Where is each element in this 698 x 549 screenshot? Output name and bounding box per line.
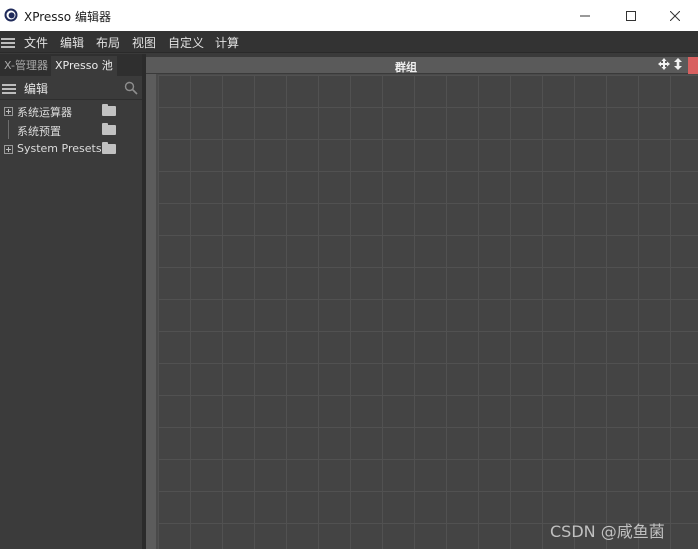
expand-icon[interactable] — [4, 107, 13, 116]
tree-item[interactable]: 系统预置 — [0, 122, 142, 140]
maximize-icon — [626, 10, 636, 21]
hamburger-icon[interactable] — [1, 38, 15, 48]
folder-icon — [102, 123, 116, 135]
left-panel: X-管理器 XPresso 池 编辑 系统运算器 系统预置 System Pre… — [0, 54, 142, 549]
menu-calculate[interactable]: 计算 — [215, 34, 239, 51]
tree-item[interactable]: 系统运算器 — [0, 103, 142, 121]
window-title: XPresso 编辑器 — [24, 10, 111, 24]
input-port-column[interactable] — [146, 57, 156, 549]
cinema4d-logo-icon — [4, 8, 18, 22]
minimize-button[interactable] — [562, 0, 608, 31]
title-bar: XPresso 编辑器 — [0, 0, 698, 31]
search-icon[interactable] — [124, 81, 138, 95]
minimize-icon — [580, 15, 590, 16]
resize-icon[interactable] — [673, 58, 683, 70]
menu-view[interactable]: 视图 — [132, 34, 156, 51]
menu-layout[interactable]: 布局 — [96, 34, 120, 51]
node-canvas[interactable] — [158, 75, 698, 549]
folder-icon — [102, 104, 116, 116]
tab-x-manager[interactable]: X-管理器 — [0, 56, 52, 76]
group-node-header[interactable]: 群组 — [146, 57, 698, 74]
hamburger-icon[interactable] — [2, 84, 16, 94]
xpresso-editor: 群组 — [146, 57, 698, 549]
close-button[interactable] — [652, 0, 698, 31]
panel-tabs: X-管理器 XPresso 池 — [0, 54, 142, 76]
pool-edit-menu[interactable]: 编辑 — [24, 80, 48, 97]
close-icon — [670, 10, 680, 21]
tree-item-label: 系统运算器 — [17, 106, 72, 119]
tree-item[interactable]: System Presets — [0, 141, 142, 159]
menu-file[interactable]: 文件 — [24, 34, 48, 51]
menu-customize[interactable]: 自定义 — [168, 34, 204, 51]
menu-bar: 文件 编辑 布局 视图 自定义 计算 — [0, 31, 698, 53]
expand-icon[interactable] — [4, 145, 13, 154]
tab-xpresso-pool[interactable]: XPresso 池 — [51, 56, 117, 76]
pool-toolbar: 编辑 — [0, 76, 142, 100]
group-title: 群组 — [395, 61, 417, 74]
tree-item-label: 系统预置 — [17, 125, 61, 138]
move-icon[interactable] — [658, 58, 670, 70]
maximize-button[interactable] — [608, 0, 654, 31]
menu-edit[interactable]: 编辑 — [60, 34, 84, 51]
watermark: CSDN @咸鱼菌 — [550, 522, 665, 541]
tree-item-label: System Presets — [17, 142, 102, 155]
folder-icon — [102, 142, 116, 154]
output-port-column[interactable] — [688, 57, 698, 74]
